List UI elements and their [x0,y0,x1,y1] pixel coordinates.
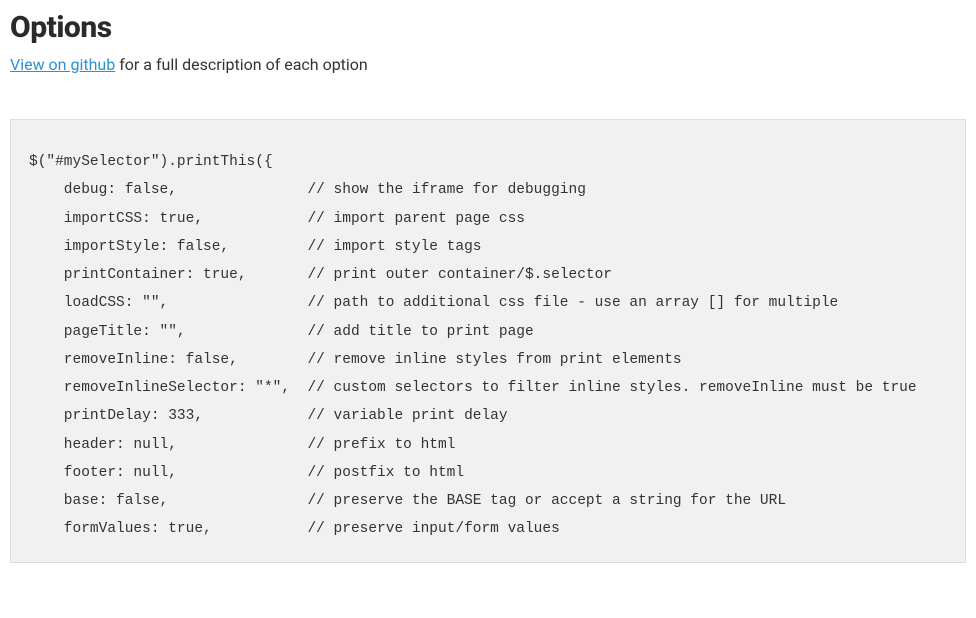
github-link[interactable]: View on github [10,55,115,74]
section-heading: Options [10,10,966,45]
subtitle: View on github for a full description of… [10,55,966,74]
code-block: $("#mySelector").printThis({ debug: fals… [10,119,966,563]
subtitle-text: for a full description of each option [115,55,368,74]
